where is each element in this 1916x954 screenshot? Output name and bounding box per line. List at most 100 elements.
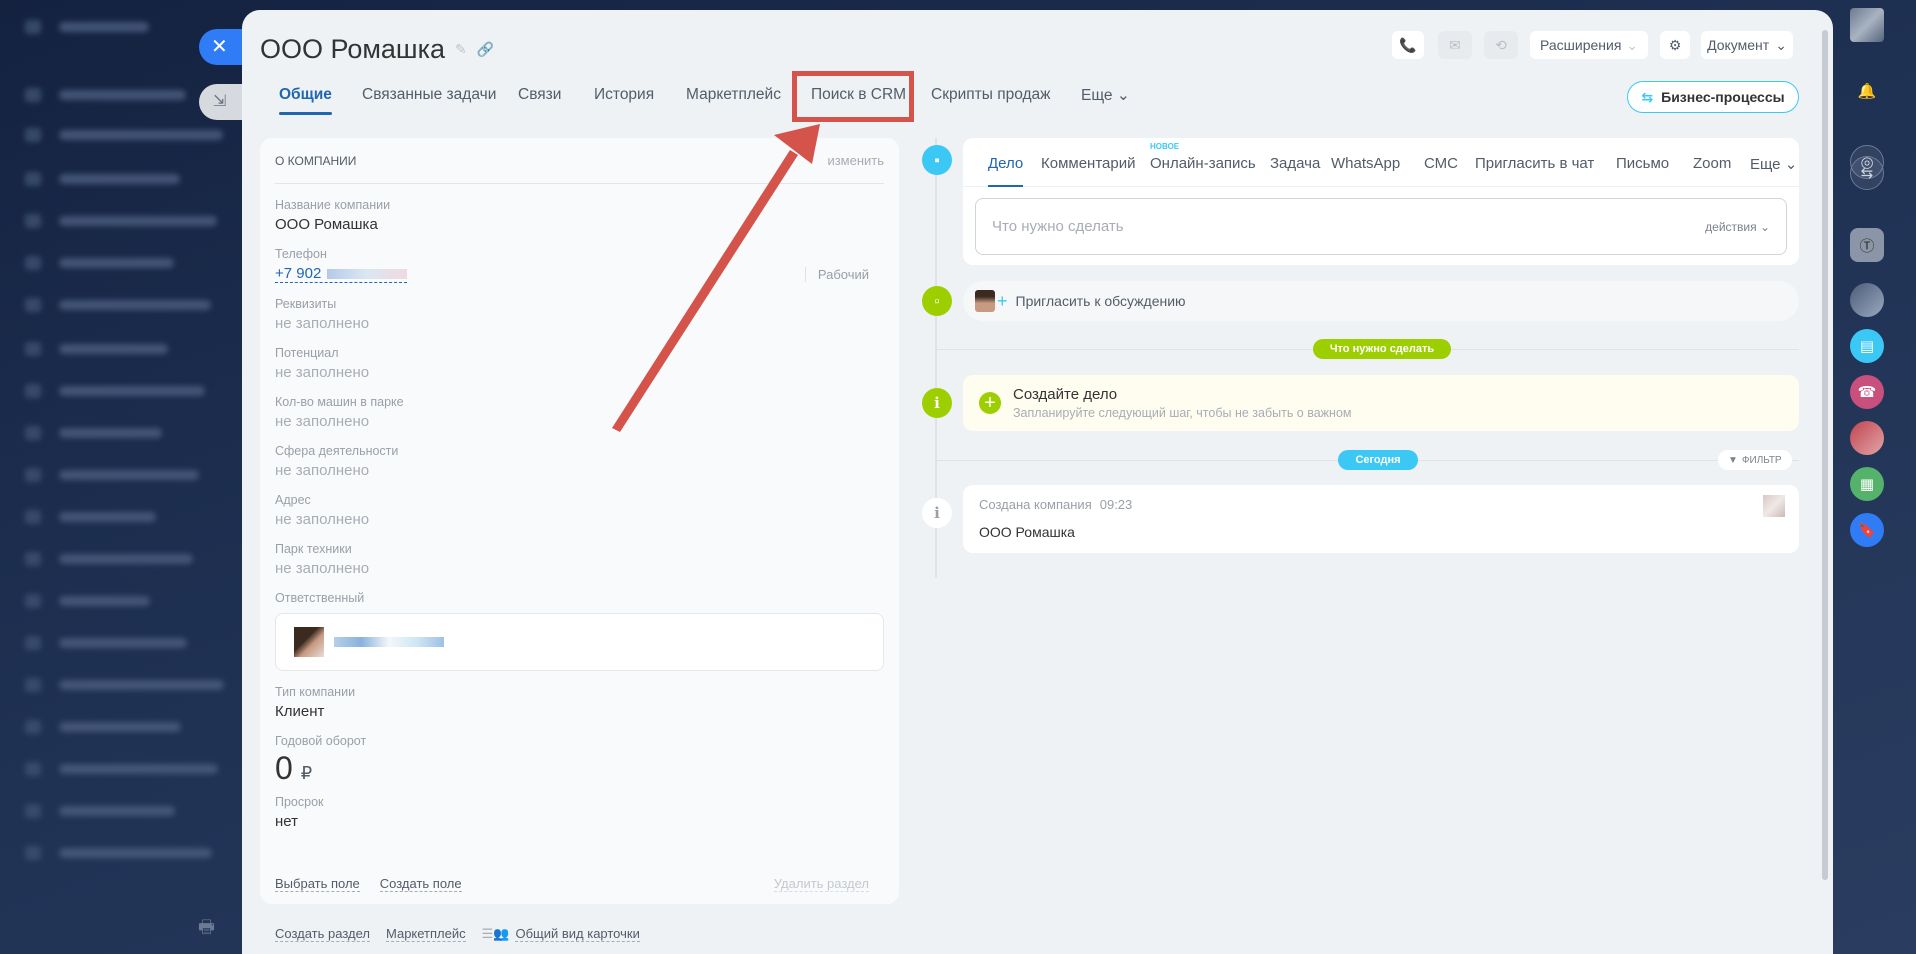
chevron-down-icon: ⌄: [1116, 87, 1130, 104]
activity-tab-email[interactable]: Письмо: [1616, 155, 1669, 172]
field-value: не заполнено: [275, 462, 370, 479]
new-badge: НОВОЕ: [1150, 142, 1180, 151]
gear-icon: ⚙: [1668, 36, 1682, 53]
create-section-link[interactable]: Создать раздел: [275, 926, 370, 942]
field-company-name[interactable]: Название компании ООО Ромашка: [275, 198, 884, 233]
field-label: Название компании: [275, 198, 391, 212]
bookmark-icon[interactable]: 🔖: [1850, 513, 1884, 547]
business-processes-button[interactable]: ⇆ Бизнес-процессы: [1627, 81, 1799, 113]
invite-to-discussion[interactable]: + Пригласить к обсуждению: [963, 281, 1799, 321]
select-field-link[interactable]: Выбрать поле: [275, 876, 360, 892]
extensions-label: Расширения: [1540, 37, 1622, 53]
activity-tab-deal[interactable]: Дело: [988, 155, 1024, 187]
menu-item-icon: [25, 594, 41, 608]
activity-tab-invite-chat[interactable]: Пригласить в чат: [1475, 155, 1594, 172]
settings-button[interactable]: ⚙: [1660, 31, 1690, 59]
actions-label: действия: [1705, 219, 1757, 234]
activity-icon: ▪: [922, 145, 952, 175]
tab-history[interactable]: История: [594, 86, 654, 104]
notes-icon[interactable]: ▦: [1850, 467, 1884, 501]
delete-section-link[interactable]: Удалить раздел: [773, 876, 869, 892]
field-responsible[interactable]: Ответственный: [275, 591, 884, 671]
link-icon[interactable]: 🔗: [477, 41, 494, 58]
field-label: Тип компании: [275, 685, 356, 699]
event-title: Создана компания: [979, 497, 1092, 512]
open-lines-icon[interactable]: ▤: [1850, 329, 1884, 363]
tab-marketplace[interactable]: Маркетплейс: [686, 86, 781, 104]
tab-relations[interactable]: Связи: [518, 86, 561, 104]
document-button[interactable]: Документ ⌄: [1701, 31, 1793, 59]
field-label: Парк техники: [275, 542, 352, 556]
activity-tab-sms[interactable]: СМС: [1424, 155, 1458, 172]
marketplace-link[interactable]: Маркетплейс: [385, 926, 466, 942]
contact-avatar[interactable]: [1850, 421, 1884, 455]
menu-item-text: [59, 722, 181, 732]
contact-avatar[interactable]: [1850, 283, 1884, 317]
phone-link[interactable]: +7 902: [275, 265, 408, 283]
field-address[interactable]: Адрес не заполнено: [275, 493, 884, 528]
field-label: Ответственный: [275, 591, 365, 605]
bell-icon[interactable]: 🔔: [1850, 74, 1884, 108]
activity-tab-booking[interactable]: НОВОЕ Онлайн-запись: [1150, 142, 1256, 172]
edit-section-link[interactable]: изменить: [827, 153, 884, 168]
field-revenue[interactable]: Годовой оборот 0 ₽: [275, 734, 884, 787]
field-overdue[interactable]: Просрок нет: [275, 795, 884, 830]
event-body[interactable]: ООО Ромашка: [979, 524, 1783, 540]
field-potential[interactable]: Потенциал не заполнено: [275, 346, 884, 381]
plus-icon: +: [997, 290, 1008, 311]
field-fleet-count[interactable]: Кол-во машин в парке не заполнено: [275, 395, 884, 430]
menu-item-text: [59, 638, 187, 648]
today-pill: Сегодня: [1338, 450, 1418, 470]
business-processes-label: Бизнес-процессы: [1661, 89, 1785, 105]
edit-pencil-icon[interactable]: ✎: [455, 41, 467, 58]
field-industry[interactable]: Сфера деятельности не заполнено: [275, 444, 884, 479]
avatar: [975, 290, 995, 312]
app-avatar[interactable]: Ⓣ: [1850, 228, 1884, 262]
extensions-button[interactable]: Расширения ⌄: [1530, 31, 1648, 59]
filter-button[interactable]: ▼ ФИЛЬТР: [1718, 450, 1792, 470]
activity-tab-zoom[interactable]: Zoom: [1693, 155, 1731, 172]
user-avatar[interactable]: [1850, 8, 1884, 42]
tab-general[interactable]: Общие: [279, 86, 332, 115]
scrollbar[interactable]: [1822, 30, 1828, 880]
telephony-icon[interactable]: ☎: [1850, 375, 1884, 409]
activity-tab-label: Онлайн-запись: [1150, 155, 1256, 172]
create-field-link[interactable]: Создать поле: [379, 876, 462, 892]
field-company-type[interactable]: Тип компании Клиент: [275, 685, 884, 720]
menu-item-text: [59, 174, 180, 184]
create-deal-card[interactable]: + Создайте дело Запланируйте следующий шаг…: [963, 375, 1799, 431]
activity-tab-task[interactable]: Задача: [1270, 155, 1320, 172]
menu-item-icon: [25, 678, 41, 692]
add-circle-icon[interactable]: +: [979, 392, 1001, 414]
chat-button[interactable]: ⟲: [1484, 31, 1518, 59]
field-phone[interactable]: Телефон +7 902 Рабочий: [275, 247, 884, 283]
phone-icon: 📞: [1399, 36, 1417, 53]
common-view-link[interactable]: Общий вид карточки: [515, 926, 640, 942]
activity-tab-more[interactable]: Еще ⌄: [1750, 155, 1797, 173]
menu-item-text: [59, 806, 175, 816]
menu-item-icon: [25, 762, 41, 776]
field-equipment[interactable]: Парк техники не заполнено: [275, 542, 884, 577]
menu-item-icon: [25, 20, 41, 34]
menu-item-icon: [25, 256, 41, 270]
field-requisites[interactable]: Реквизиты не заполнено: [275, 297, 884, 332]
field-label: Просрок: [275, 795, 324, 809]
blurred-left-menu: [0, 0, 240, 954]
tab-related-tasks[interactable]: Связанные задачи: [362, 86, 496, 104]
blurred-menu-item: [25, 20, 149, 34]
right-toolbar: 🔔 ◎ ⇆ Ⓣ ▤ ☎ ▦ 🔖: [1835, 0, 1916, 954]
activity-tab-whatsapp[interactable]: WhatsApp: [1331, 155, 1400, 172]
actions-dropdown[interactable]: действия ⌄: [1705, 220, 1770, 234]
email-button[interactable]: ✉: [1438, 31, 1472, 59]
blurred-menu-item: [25, 88, 186, 102]
menu-item-icon: [25, 128, 41, 142]
todo-input[interactable]: Что нужно сделать действия ⌄: [975, 198, 1787, 255]
activity-tab-comment[interactable]: Комментарий: [1041, 155, 1135, 172]
chat-exchange-icon[interactable]: ⇆: [1850, 156, 1884, 190]
tab-more[interactable]: Еще ⌄: [1081, 86, 1130, 105]
print-icon[interactable]: 🖶: [198, 915, 215, 945]
tab-sales-scripts[interactable]: Скрипты продаж: [931, 86, 1051, 104]
call-button[interactable]: 📞: [1392, 31, 1424, 59]
responsible-user[interactable]: [275, 613, 884, 671]
menu-item-text: [59, 386, 205, 396]
